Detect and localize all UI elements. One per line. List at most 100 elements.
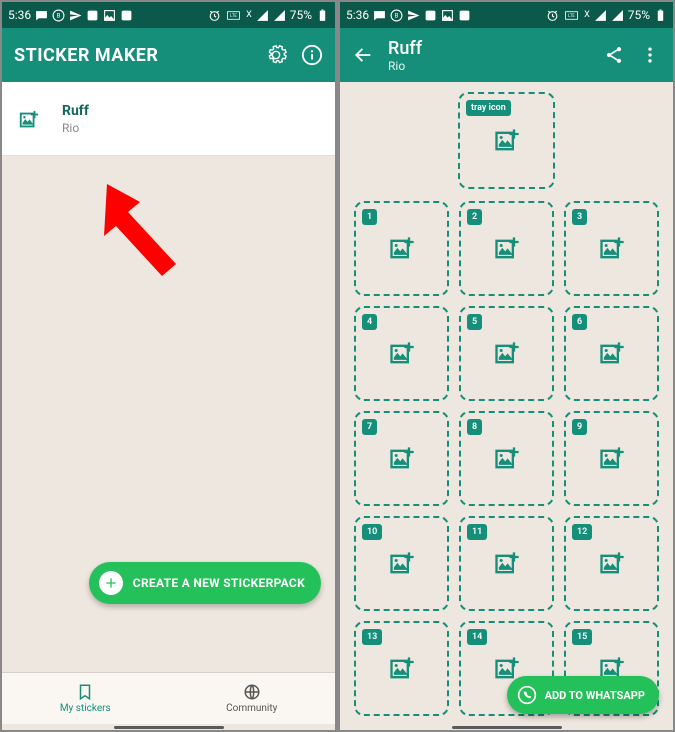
more-button[interactable] — [639, 44, 661, 66]
add-image-icon — [18, 109, 38, 129]
sticker-grid: tray icon 123456789101112131415 — [340, 82, 673, 730]
svg-text:LTE: LTE — [230, 14, 237, 19]
slot-number: 1 — [362, 209, 377, 225]
create-stickerpack-button[interactable]: CREATE A NEW STICKERPACK — [89, 562, 321, 604]
sticker-slot[interactable]: 10 — [354, 516, 449, 611]
x-label: X — [584, 10, 590, 20]
slot-number: 10 — [362, 524, 382, 540]
bottom-nav: My stickers Community — [2, 672, 335, 724]
tab-label: Community — [226, 703, 277, 714]
add-image-icon — [493, 340, 521, 368]
signal-icon-1 — [256, 9, 269, 22]
circle-b-icon: B — [52, 9, 65, 22]
signal-icon-2 — [611, 9, 624, 22]
sticker-slot[interactable]: 4 — [354, 306, 449, 401]
message-icon — [35, 9, 48, 22]
gesture-bar — [2, 724, 335, 730]
pack-name: Ruff — [62, 103, 89, 119]
screen-sticker-maker-home: 5:36 B LTE X 75% STICKER MAKER — [2, 2, 335, 730]
add-image-icon — [493, 445, 521, 473]
slot-number: 15 — [572, 629, 592, 645]
whatsapp-icon — [517, 685, 537, 705]
app-icon-1 — [424, 9, 437, 22]
tray-badge: tray icon — [466, 100, 511, 116]
editor-title: Ruff — [388, 38, 589, 59]
arrow-back-icon — [352, 44, 374, 66]
plus-icon — [99, 571, 123, 595]
add-image-icon — [598, 340, 626, 368]
home-content: CREATE A NEW STICKERPACK — [2, 156, 335, 672]
add-to-whatsapp-button[interactable]: ADD TO WHATSAPP — [507, 676, 659, 714]
info-button[interactable] — [301, 44, 323, 66]
gesture-bar — [340, 724, 673, 730]
slot-number: 5 — [467, 314, 482, 330]
volte-icon: LTE — [225, 9, 242, 22]
image-icon — [103, 9, 116, 22]
globe-icon — [243, 683, 261, 701]
alarm-icon — [208, 9, 221, 22]
settings-button[interactable] — [265, 44, 287, 66]
screen-pack-editor: 5:36 B LTE X 75% Ruff Rio — [340, 2, 673, 730]
stickerpack-list-item[interactable]: Ruff Rio — [2, 82, 335, 156]
sticker-slot[interactable]: 1 — [354, 201, 449, 296]
app-bar-editor: Ruff Rio — [340, 28, 673, 82]
app-bar-home: STICKER MAKER — [2, 28, 335, 82]
fab-label: CREATE A NEW STICKERPACK — [133, 576, 305, 590]
add-image-icon — [388, 340, 416, 368]
back-button[interactable] — [352, 44, 374, 66]
add-image-icon — [493, 550, 521, 578]
sticker-slot[interactable]: 13 — [354, 621, 449, 716]
app-title: STICKER MAKER — [14, 45, 251, 66]
circle-b-icon: B — [390, 9, 403, 22]
sticker-slot[interactable]: 5 — [459, 306, 554, 401]
add-image-icon — [388, 235, 416, 263]
app-icon-2 — [120, 9, 133, 22]
battery-icon — [654, 9, 667, 22]
x-label: X — [246, 10, 252, 20]
battery-icon — [316, 9, 329, 22]
battery-percent: 75% — [628, 8, 650, 22]
tab-community[interactable]: Community — [169, 673, 336, 724]
sticker-slot[interactable]: 6 — [564, 306, 659, 401]
signal-icon-2 — [273, 9, 286, 22]
volte-icon: LTE — [563, 9, 580, 22]
tray-icon-slot[interactable]: tray icon — [458, 92, 555, 189]
slot-number: 11 — [467, 524, 487, 540]
sticker-slot[interactable]: 12 — [564, 516, 659, 611]
tab-my-stickers[interactable]: My stickers — [2, 673, 169, 724]
slot-number: 13 — [362, 629, 382, 645]
slot-number: 8 — [467, 419, 482, 435]
sticker-slot[interactable]: 9 — [564, 411, 659, 506]
app-icon-2 — [458, 9, 471, 22]
add-image-icon — [598, 550, 626, 578]
add-image-icon — [388, 655, 416, 683]
share-button[interactable] — [603, 44, 625, 66]
sticker-slot[interactable]: 11 — [459, 516, 554, 611]
share-icon — [604, 45, 624, 65]
status-bar: 5:36 B LTE X 75% — [2, 2, 335, 28]
slot-number: 2 — [467, 209, 482, 225]
battery-percent: 75% — [290, 8, 312, 22]
add-image-icon — [598, 235, 626, 263]
send-icon — [69, 9, 82, 22]
image-icon — [441, 9, 454, 22]
slot-number: 6 — [572, 314, 587, 330]
svg-text:B: B — [395, 12, 399, 19]
more-vert-icon — [640, 45, 660, 65]
slot-number: 12 — [572, 524, 592, 540]
gear-icon — [265, 44, 287, 66]
message-icon — [373, 9, 386, 22]
pack-author: Rio — [62, 121, 89, 135]
sticker-slot[interactable]: 3 — [564, 201, 659, 296]
sticker-slot[interactable]: 8 — [459, 411, 554, 506]
slot-number: 4 — [362, 314, 377, 330]
sticker-slot[interactable]: 2 — [459, 201, 554, 296]
status-time: 5:36 — [8, 8, 31, 22]
status-time: 5:36 — [346, 8, 369, 22]
sticker-slot[interactable]: 7 — [354, 411, 449, 506]
add-image-icon — [493, 235, 521, 263]
svg-text:LTE: LTE — [568, 14, 575, 19]
info-icon — [301, 44, 323, 66]
slot-number: 3 — [572, 209, 587, 225]
add-image-icon — [493, 127, 521, 155]
